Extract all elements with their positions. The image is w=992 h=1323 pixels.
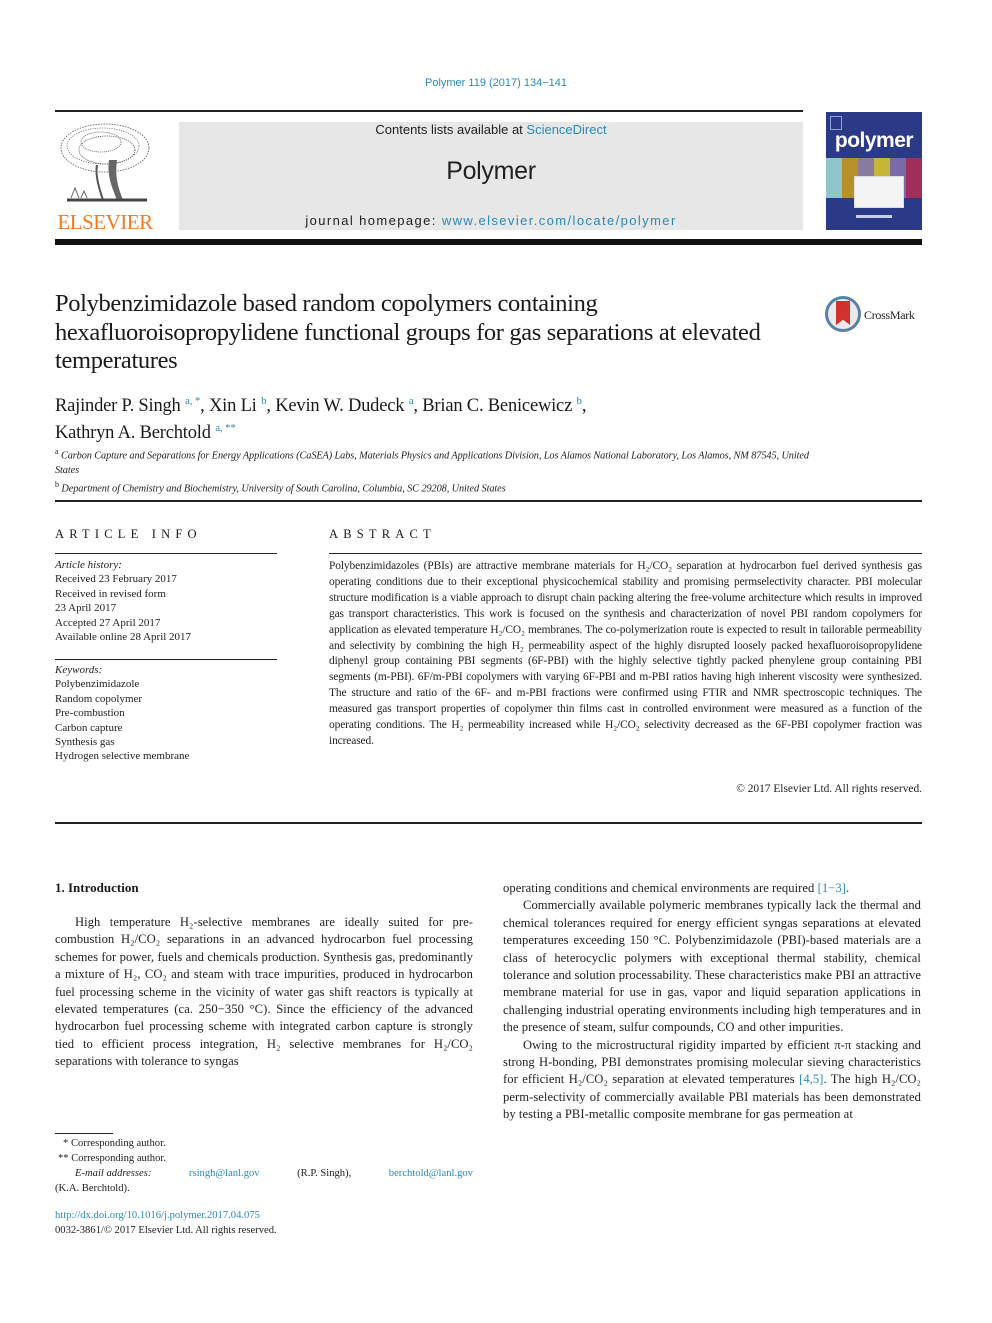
- author-name: Kevin W. Dudeck: [275, 396, 405, 417]
- homepage-link[interactable]: www.elsevier.com/locate/polymer: [442, 213, 677, 228]
- masthead-rule: [55, 239, 922, 245]
- author-sep: ,: [266, 396, 276, 417]
- author-list: Rajinder P. Singh a, *, Xin Li b, Kevin …: [55, 390, 815, 444]
- author[interactable]: Kevin W. Dudeck a,: [275, 395, 423, 417]
- author[interactable]: Kathryn A. Berchtold a, **: [55, 422, 236, 444]
- elsevier-logo[interactable]: ELSEVIER: [55, 120, 155, 234]
- cover-figure: [854, 176, 904, 208]
- keywords-label: Keywords:: [55, 664, 103, 676]
- journal-masthead: Contents lists available at ScienceDirec…: [179, 122, 803, 230]
- issn-copyright: 0032-3861/© 2017 Elsevier Ltd. All right…: [55, 1225, 277, 1236]
- keyword: Polybenzimidazole: [55, 678, 140, 691]
- journal-cover[interactable]: polymer: [826, 112, 922, 230]
- author-affil-marker[interactable]: a, **: [215, 422, 236, 434]
- paragraph: High temperature H₂-selective membranes …: [55, 915, 473, 1069]
- paragraph-text: operating conditions and chemical enviro…: [503, 881, 818, 895]
- reference-link[interactable]: [4,5]: [799, 1072, 823, 1086]
- paragraph: Owing to the microstructural rigidity im…: [503, 1037, 921, 1124]
- email-label: E-mail addresses:: [75, 1168, 152, 1179]
- author[interactable]: Xin Li b,: [209, 395, 276, 417]
- affiliation-a: a Carbon Capture and Separations for Ene…: [55, 445, 815, 478]
- homepage-prefix: journal homepage:: [305, 213, 442, 228]
- author-sep: ,: [581, 396, 587, 417]
- affiliation-key: b: [55, 480, 59, 490]
- contents-line: Contents lists available at ScienceDirec…: [179, 122, 803, 137]
- keywords-rule: [55, 659, 277, 660]
- doi-link[interactable]: http://dx.doi.org/10.1016/j.polymer.2017…: [55, 1210, 260, 1221]
- footnote-rule: [55, 1133, 113, 1134]
- affiliations: a Carbon Capture and Separations for Ene…: [55, 445, 815, 497]
- cover-elsevier-icon: [830, 116, 842, 130]
- crossmark-button[interactable]: CrossMark: [825, 296, 925, 336]
- keywords: Keywords: Polybenzimidazole Random copol…: [55, 663, 285, 764]
- keyword: Pre-combustion: [55, 707, 125, 720]
- abstract-rule: [329, 553, 922, 554]
- journal-citation[interactable]: Polymer 119 (2017) 134−141: [0, 77, 992, 89]
- abstract-copyright: © 2017 Elsevier Ltd. All rights reserved…: [736, 783, 922, 795]
- section-divider: [55, 500, 922, 502]
- paragraph: Commercially available polymeric membran…: [503, 898, 921, 1035]
- article-info-rule: [55, 553, 277, 554]
- author-name: Xin Li: [209, 396, 257, 417]
- email-owner: (R.P. Singh),: [297, 1168, 352, 1179]
- history-item: Received 23 February 2017: [55, 573, 177, 586]
- paragraph: operating conditions and chemical enviro…: [503, 880, 921, 897]
- author[interactable]: Rajinder P. Singh a, *,: [55, 395, 209, 417]
- article-info-heading: ARTICLE INFO: [55, 527, 202, 541]
- history-item: Received in revised form: [55, 587, 166, 600]
- affiliation-text: Carbon Capture and Separations for Energ…: [55, 450, 809, 476]
- cover-editors: [856, 215, 892, 218]
- section-heading-introduction: 1. Introduction: [55, 880, 139, 895]
- elsevier-tree-icon: [57, 120, 153, 206]
- reference-link[interactable]: [1−3]: [818, 881, 846, 895]
- author-sep: ,: [200, 396, 209, 417]
- abstract-end-rule: [55, 822, 922, 824]
- history-item: Accepted 27 April 2017: [55, 616, 161, 629]
- author-sep: ,: [413, 396, 423, 417]
- footnote-corresponding-2: ** Corresponding author.: [58, 1153, 166, 1164]
- sciencedirect-link[interactable]: ScienceDirect: [526, 122, 606, 137]
- crossmark-label: CrossMark: [864, 308, 915, 322]
- author-name: Kathryn A. Berchtold: [55, 423, 211, 444]
- article-title: Polybenzimidazole based random copolymer…: [55, 290, 761, 374]
- author-affil-marker[interactable]: a, *: [185, 395, 200, 407]
- author[interactable]: Brian C. Benicewicz b,: [422, 395, 587, 417]
- abstract-text: Polybenzimidazoles (PBIs) are attractive…: [329, 560, 922, 747]
- footnote-corresponding-1: * Corresponding author.: [63, 1138, 166, 1149]
- cover-title: polymer: [834, 129, 914, 152]
- email-link-singh[interactable]: rsingh@lanl.gov: [189, 1166, 260, 1181]
- keyword: Synthesis gas: [55, 736, 115, 749]
- affiliation-b: b Department of Chemistry and Biochemist…: [55, 478, 815, 497]
- history-item: Available online 28 April 2017: [55, 631, 192, 644]
- keyword: Random copolymer: [55, 692, 143, 705]
- keyword: Carbon capture: [55, 721, 123, 734]
- author-name: Brian C. Benicewicz: [422, 396, 573, 417]
- footnote-emails: E-mail addresses: rsingh@lanl.gov (R.P. …: [55, 1166, 473, 1181]
- header-rule: [55, 110, 803, 112]
- email-owner: (K.A. Berchtold).: [55, 1183, 130, 1194]
- elsevier-wordmark: ELSEVIER: [57, 210, 153, 234]
- author-name: Rajinder P. Singh: [55, 396, 181, 417]
- history-item: 23 April 2017: [55, 602, 117, 615]
- affiliation-text: Department of Chemistry and Biochemistry…: [61, 483, 506, 495]
- article-history: Article history: Received 23 February 20…: [55, 558, 285, 644]
- keyword: Hydrogen selective membrane: [55, 750, 190, 763]
- affiliation-key: a: [55, 447, 59, 456]
- journal-title: Polymer: [446, 157, 536, 185]
- email-link-berchtold[interactable]: berchtold@lanl.gov: [389, 1166, 473, 1181]
- footnotes: * Corresponding author. ** Corresponding…: [55, 1136, 473, 1196]
- body-column-right: operating conditions and chemical enviro…: [503, 880, 921, 1124]
- body-column-left: High temperature H₂-selective membranes …: [55, 914, 473, 1071]
- homepage-line: journal homepage: www.elsevier.com/locat…: [179, 213, 803, 228]
- abstract-heading: ABSTRACT: [329, 527, 436, 541]
- contents-prefix: Contents lists available at: [375, 122, 527, 137]
- paragraph-text: .: [845, 881, 850, 895]
- history-label: Article history:: [55, 559, 122, 571]
